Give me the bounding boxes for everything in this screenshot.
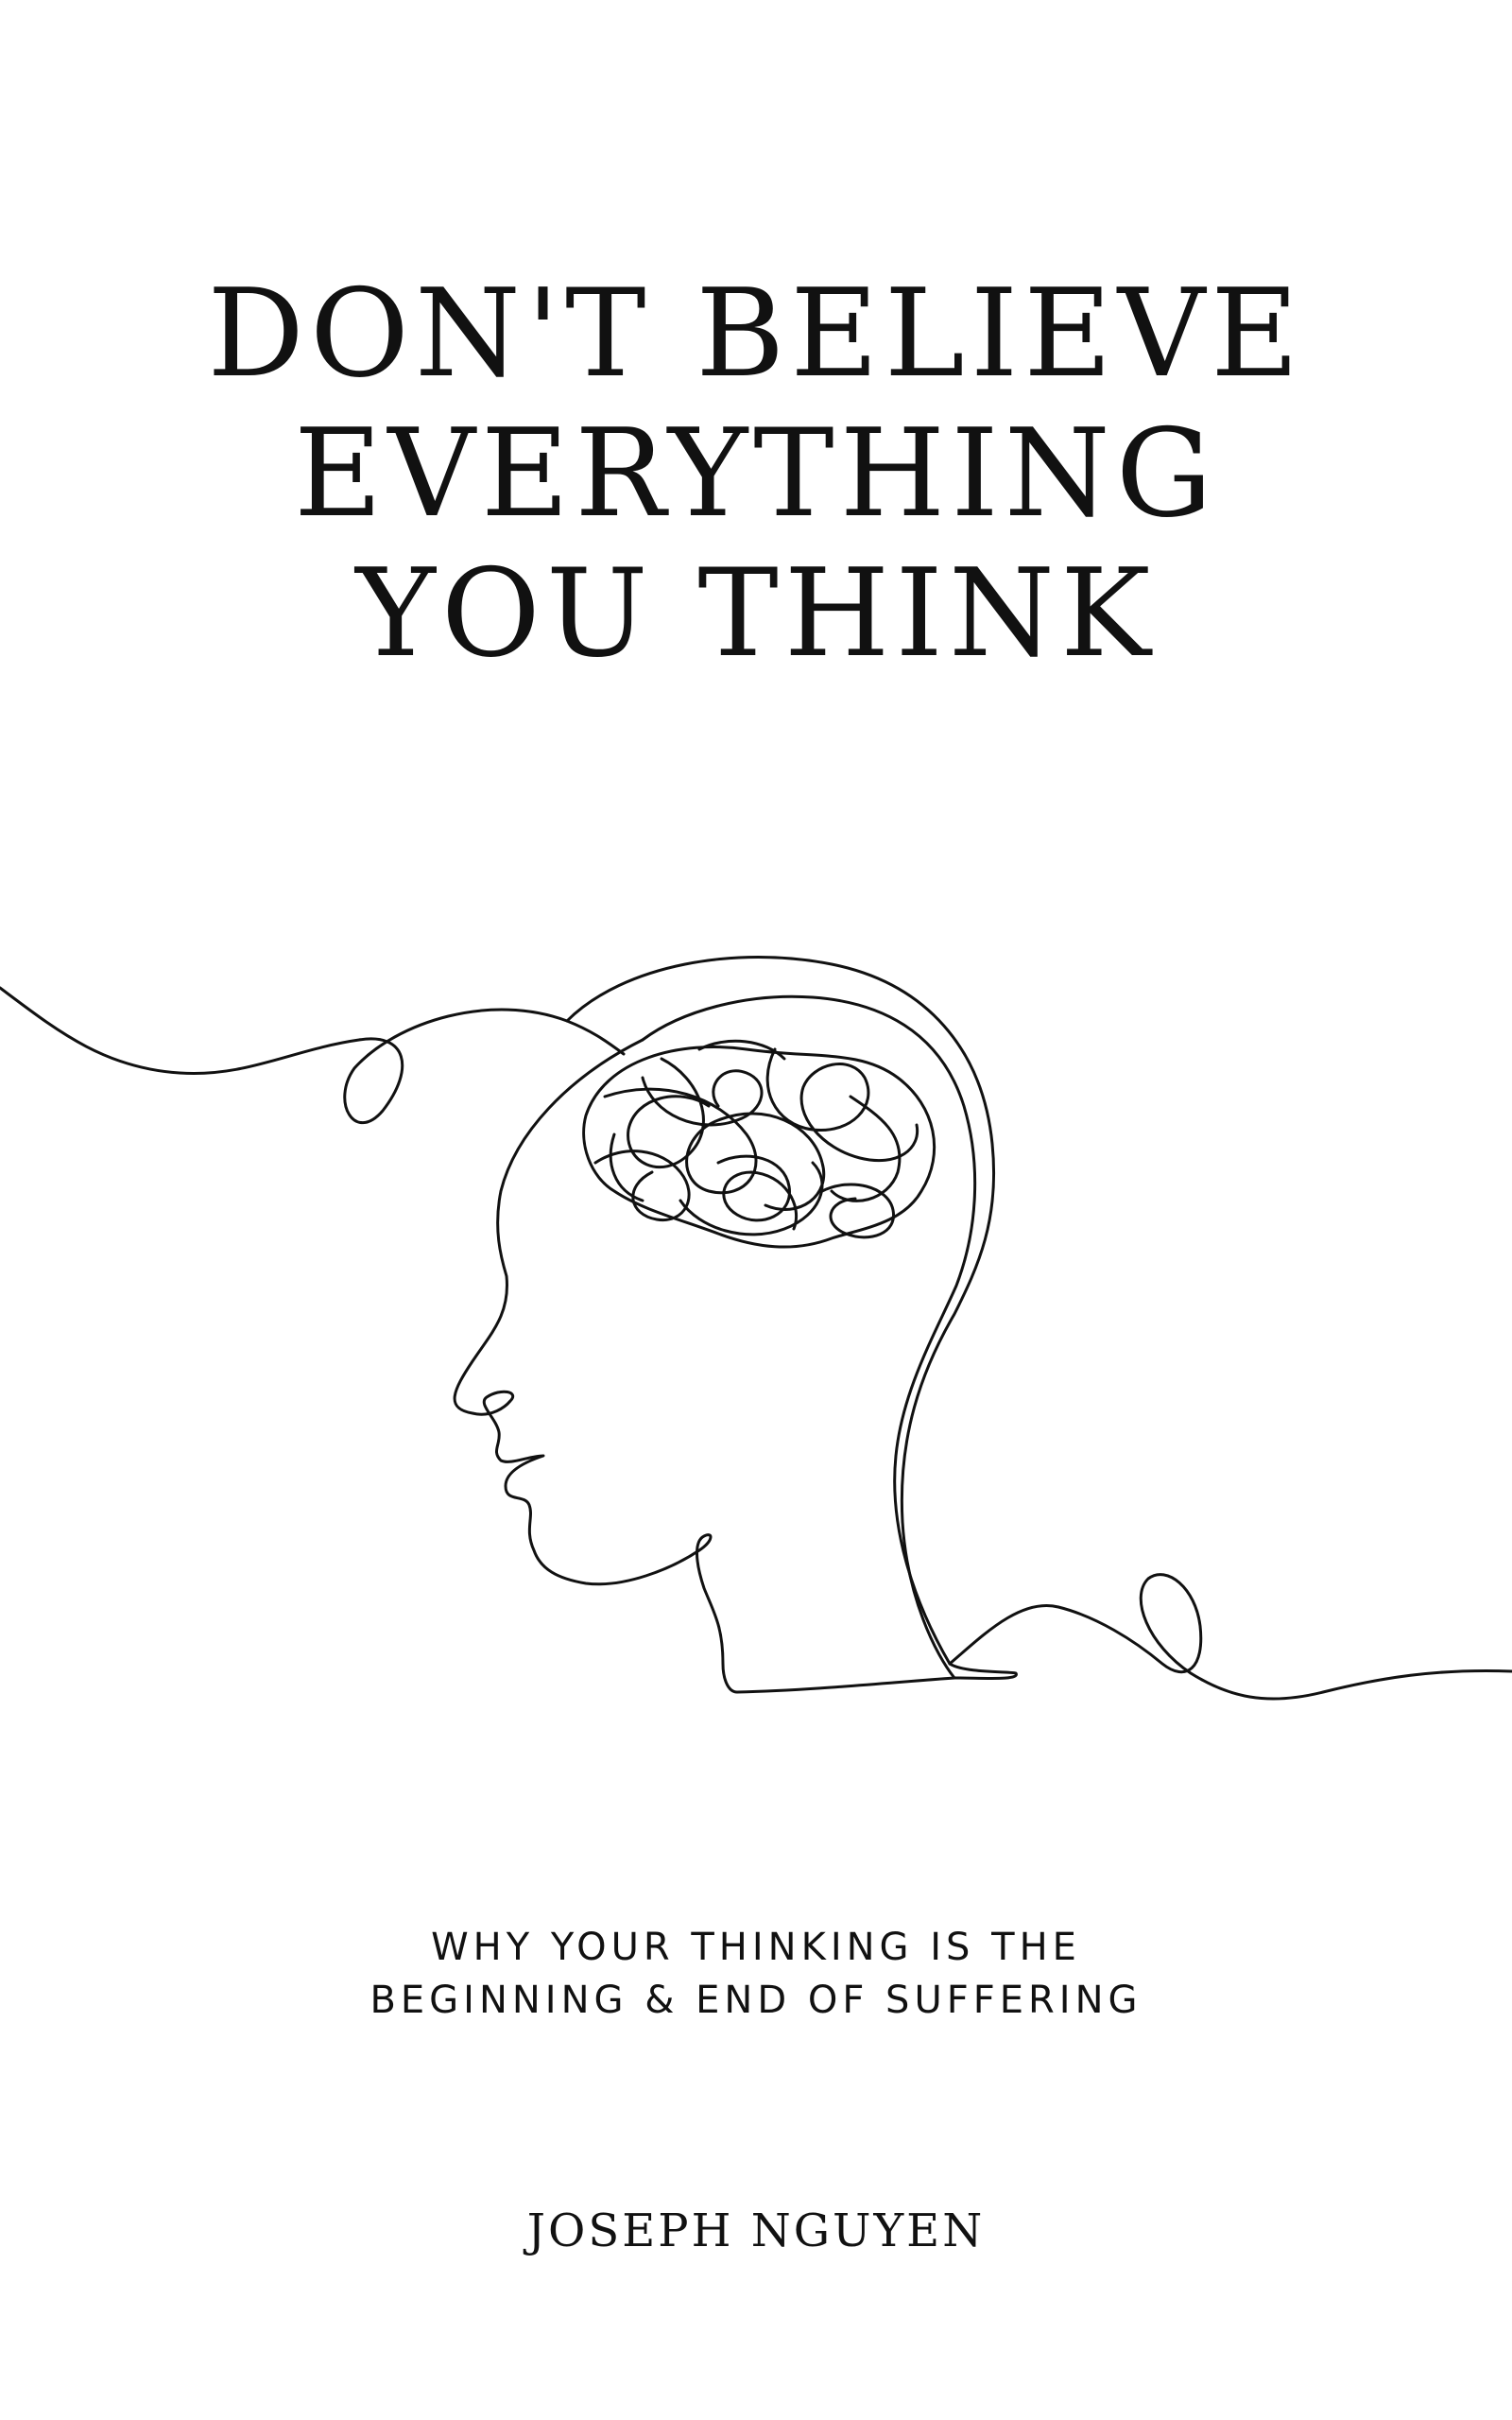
subtitle-line-1: WHY YOUR THINKING IS THE: [431, 1926, 1081, 1969]
title-line-2: EVERYTHING: [293, 404, 1219, 544]
book-cover: DON'T BELIEVE EVERYTHING YOU THINK WHY Y…: [0, 0, 1512, 2420]
title-line-1: DON'T BELIEVE: [207, 264, 1305, 405]
face-profile: [453, 1038, 956, 1694]
tangled-brain-scribble: [582, 1039, 936, 1249]
subtitle-line-2: BEGINNING & END OF SUFFERING: [369, 1979, 1143, 2022]
book-title: DON'T BELIEVE EVERYTHING YOU THINK: [0, 265, 1512, 684]
line-drawing-head-tangled-brain-icon: [0, 956, 1512, 1701]
title-line-3: YOU THINK: [355, 544, 1157, 684]
right-flowing-line: [948, 1573, 1512, 1701]
book-subtitle: WHY YOUR THINKING IS THE BEGINNING & END…: [0, 1921, 1512, 2027]
left-flowing-line: [0, 986, 626, 1125]
author-name: JOSEPH NGUYEN: [526, 2204, 986, 2257]
